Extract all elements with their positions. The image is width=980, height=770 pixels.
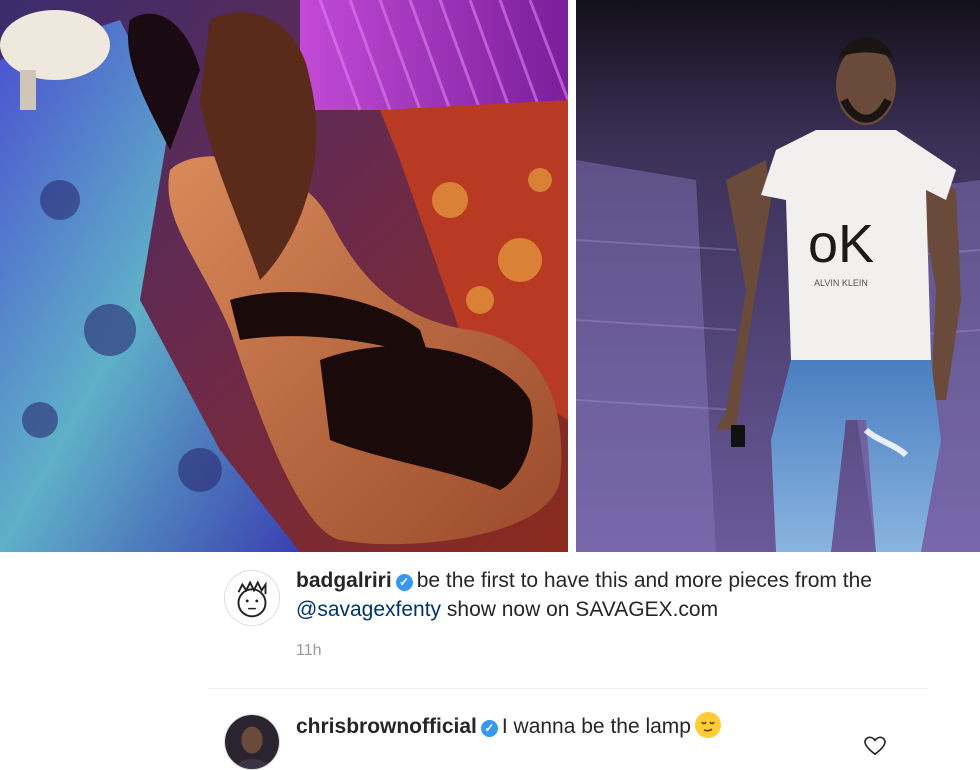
chrisbrownofficial-avatar-art	[225, 715, 279, 769]
comment-username[interactable]: badgalriri	[296, 569, 392, 592]
mention-link[interactable]: @savagexfenty	[296, 598, 441, 621]
reply-text-line: chrisbrownofficial ✓ I wanna be the lamp	[296, 712, 916, 741]
chris-brown-photo-art: oK ALVIN KLEIN	[576, 0, 980, 552]
photo-divider	[568, 0, 576, 552]
badgalriri-avatar-art	[225, 571, 279, 625]
reply-text: I wanna be the lamp	[501, 715, 691, 738]
caption-text-before: be the first to have this and more piece…	[416, 569, 872, 592]
shirt-subtext: ALVIN KLEIN	[814, 278, 868, 288]
verified-badge-icon: ✓	[480, 720, 498, 737]
badgalriri-avatar[interactable]	[224, 570, 280, 626]
caption-text-after: show now on SAVAGEX.com	[441, 598, 719, 621]
rihanna-photo[interactable]	[0, 0, 568, 552]
chrisbrownofficial-avatar[interactable]	[224, 714, 280, 770]
like-comment-heart-icon[interactable]	[864, 736, 886, 756]
post-photo-grid: oK ALVIN KLEIN	[0, 0, 980, 552]
rihanna-photo-art	[0, 0, 568, 552]
caption-text: badgalriri ✓ be the first to have this and…	[296, 566, 916, 624]
comment-timestamp[interactable]: 11h	[296, 642, 322, 660]
chris-brown-photo[interactable]: oK ALVIN KLEIN	[576, 0, 980, 552]
relieved-face-emoji-icon	[694, 712, 721, 738]
shirt-logo-text: oK	[808, 214, 874, 274]
verified-badge-icon: ✓	[395, 574, 413, 591]
reply-username[interactable]: chrisbrownofficial	[296, 715, 477, 738]
comments-divider	[208, 688, 928, 689]
